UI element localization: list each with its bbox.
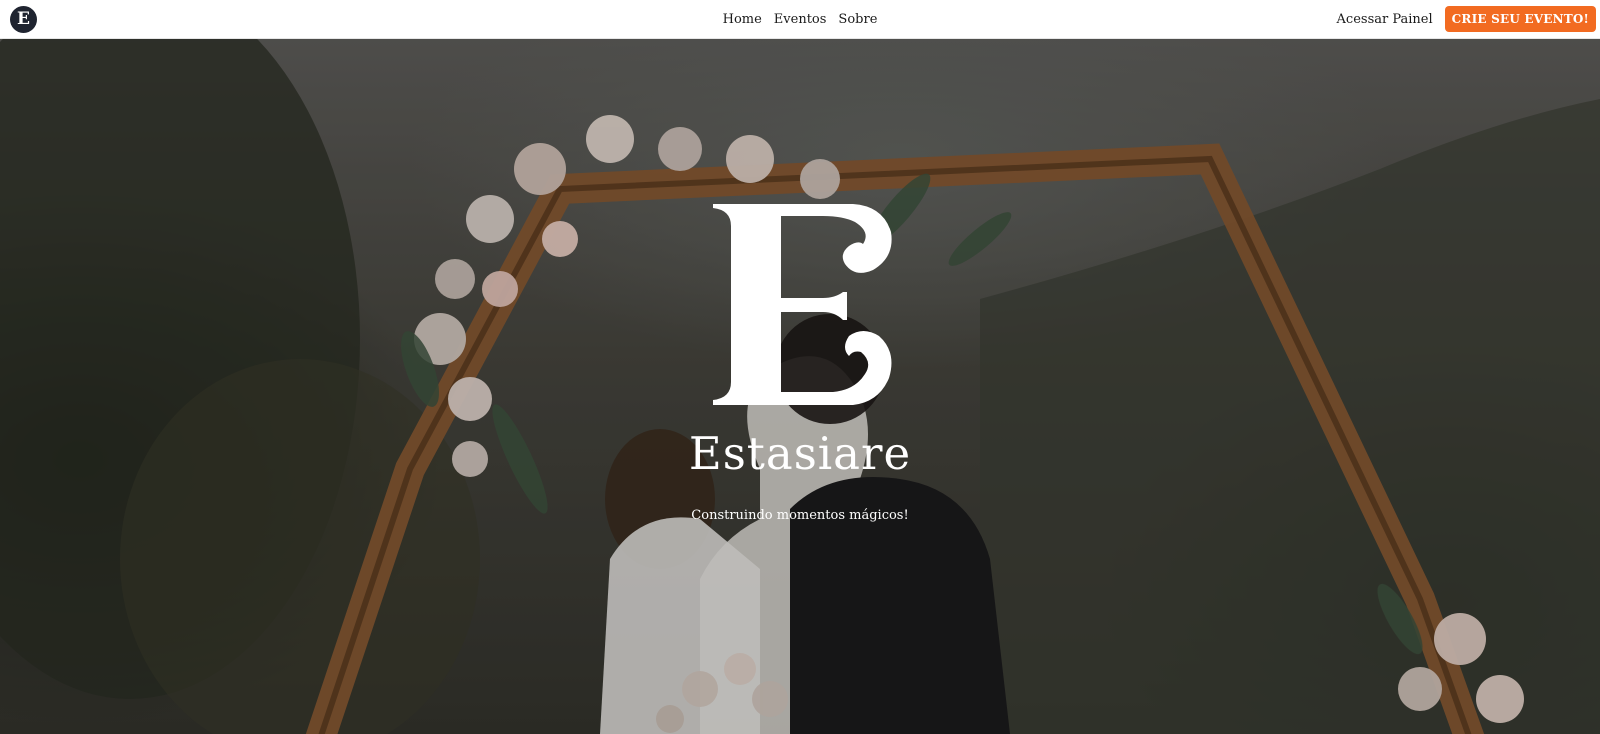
top-navbar: E Home Eventos Sobre Acessar Painel CRIE… [0,0,1600,39]
nav-link-home[interactable]: Home [723,12,762,27]
nav-link-eventos[interactable]: Eventos [774,12,827,27]
hero-title: Estasiare [688,427,912,480]
nav-actions: Acessar Painel CRIE SEU EVENTO! [1337,0,1596,38]
create-event-button[interactable]: CRIE SEU EVENTO! [1444,6,1596,32]
brand-e-logo-icon [713,204,892,405]
hero-tagline: Construindo momentos mágicos! [691,508,909,523]
login-link[interactable]: Acessar Painel [1337,12,1433,27]
logo-icon[interactable]: E [10,6,37,33]
hero-section: Estasiare Construindo momentos mágicos! [0,39,1600,734]
nav-link-sobre[interactable]: Sobre [838,12,877,27]
